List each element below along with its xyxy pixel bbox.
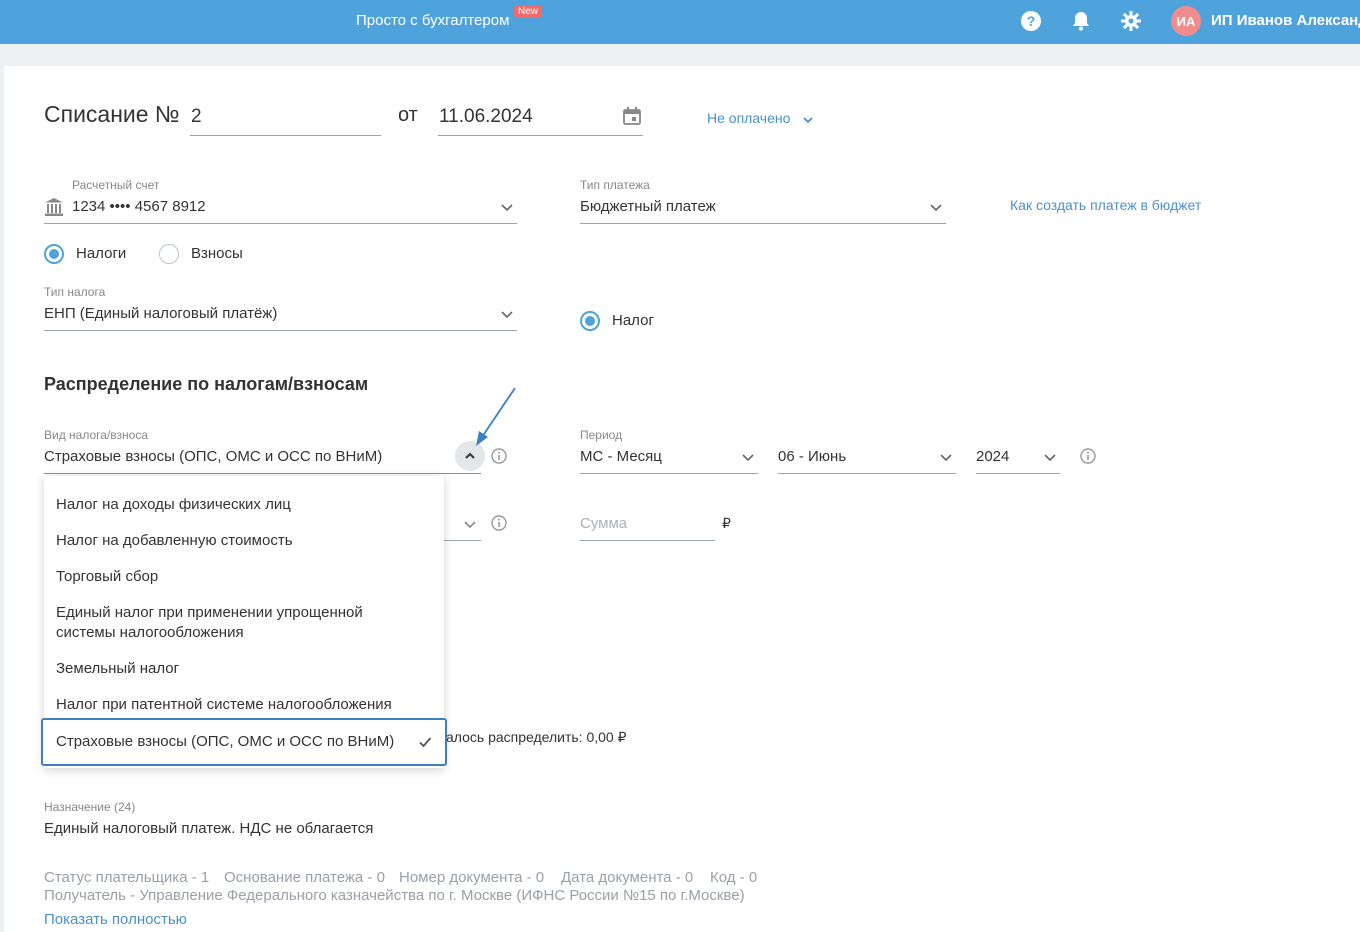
radio-taxes-label: Налоги [76, 245, 127, 262]
dropdown-item[interactable]: Торговый сбор [56, 567, 158, 587]
help-icon[interactable]: ? [1020, 10, 1042, 32]
distribution-title: Распределение по налогам/взносам [44, 374, 369, 394]
check-icon [419, 737, 432, 748]
purpose-label: Назначение (24) [44, 800, 136, 814]
remaining-text: алось распределить: 0,00 ₽ [446, 729, 627, 745]
bell-icon[interactable] [1070, 10, 1092, 32]
sum-input[interactable]: Сумма [580, 515, 627, 532]
sum-underline [580, 540, 715, 541]
code-detail: Код - 0 [710, 869, 758, 886]
dropdown-item-selected-label: Страховые взносы (ОПС, ОМС и ОСС по ВНиМ… [56, 733, 395, 750]
dropdown-item[interactable]: Налог на добавленную стоимость [56, 531, 293, 551]
document-date-detail: Дата документа - 0 [561, 869, 694, 886]
dropdown-item[interactable]: Земельный налог [56, 659, 179, 679]
year-underline [976, 473, 1060, 474]
dropdown-item[interactable]: Единый налог при применении упрощенной [56, 603, 363, 623]
chevron-down-icon[interactable] [500, 307, 514, 321]
radio-contributions[interactable] [159, 244, 179, 264]
dropdown-item-selected[interactable]: Страховые взносы (ОПС, ОМС и ОСС по ВНиМ… [41, 718, 447, 766]
payer-status: Статус плательщика - 1 [44, 869, 210, 886]
gear-icon[interactable] [1120, 10, 1142, 32]
account-underline [44, 223, 517, 224]
dropdown-item[interactable]: Налог на доходы физических лиц [56, 495, 291, 515]
chevron-down-icon[interactable] [500, 200, 514, 214]
date-from-label: от [398, 104, 418, 126]
tax-type-select[interactable]: ЕНП (Единый налоговый платёж) [44, 305, 277, 322]
tax-kind-select[interactable]: Страховые взносы (ОПС, ОМС и ОСС по ВНиМ… [44, 448, 382, 465]
payment-basis: Основание платежа - 0 [224, 869, 385, 886]
radio-taxes[interactable] [44, 244, 64, 264]
svg-text:?: ? [1027, 13, 1036, 29]
tax-type-label: Тип налога [44, 285, 106, 299]
date-input[interactable]: 11.06.2024 [439, 106, 533, 128]
radio-tax-label: Налог [612, 312, 654, 329]
document-number-underline [190, 135, 381, 136]
chevron-down-icon[interactable] [741, 450, 755, 464]
tax-kind-label: Вид налога/взноса [44, 428, 148, 442]
chevron-down-icon[interactable] [939, 450, 953, 464]
promo-link[interactable]: Просто с бухгалтером [356, 12, 509, 29]
period-label: Период [580, 428, 623, 442]
calendar-icon[interactable] [622, 106, 642, 126]
chevron-down-icon [803, 117, 813, 124]
radio-contributions-label: Взносы [191, 245, 243, 262]
purpose-text[interactable]: Единый налоговый платеж. НДС не облагает… [44, 820, 373, 837]
chevron-down-icon[interactable] [1043, 450, 1057, 464]
show-full-link[interactable]: Показать полностью [44, 911, 187, 928]
period-select[interactable]: МС - Месяц [580, 448, 662, 465]
chevron-down-icon[interactable] [463, 517, 477, 531]
page-title: Списание № [44, 101, 180, 127]
new-badge: New [514, 5, 543, 18]
dropdown-item-continued[interactable]: системы налогообложения [56, 623, 244, 643]
period-underline [580, 473, 758, 474]
year-select[interactable]: 2024 [976, 448, 1009, 465]
chevron-up-icon [465, 452, 475, 459]
payment-type-underline [580, 223, 946, 224]
avatar[interactable]: ИА [1171, 6, 1201, 36]
tax-kind-underline [44, 473, 481, 474]
document-number-detail: Номер документа - 0 [399, 869, 545, 886]
document-number-input[interactable]: 2 [191, 106, 202, 128]
tax-type-underline [44, 330, 517, 331]
recipient-detail: Получатель - Управление Федерального каз… [44, 887, 745, 904]
month-select[interactable]: 06 - Июнь [778, 448, 846, 465]
info-icon[interactable] [491, 448, 507, 464]
top-bar: Просто с бухгалтером New ? ИА ИП Иванов … [0, 0, 1360, 44]
tax-kind-dropdown: Налог на доходы физических лиц Налог на … [41, 476, 447, 768]
currency-symbol: ₽ [722, 515, 731, 531]
dropdown-item[interactable]: Налог при патентной системе налогообложе… [56, 695, 392, 715]
bank-icon [45, 198, 63, 216]
payment-type-select[interactable]: Бюджетный платеж [580, 198, 716, 215]
account-label: Расчетный счет [72, 178, 160, 192]
payment-type-label: Тип платежа [580, 178, 650, 192]
date-underline [438, 135, 643, 136]
annotation-arrow [476, 387, 516, 446]
info-icon[interactable] [1080, 448, 1096, 464]
chevron-down-icon[interactable] [929, 200, 943, 214]
radio-tax[interactable] [580, 311, 600, 331]
budget-payment-help-link[interactable]: Как создать платеж в бюджет [1010, 197, 1201, 213]
month-underline [778, 473, 956, 474]
second-select-underline [444, 540, 481, 541]
info-icon[interactable] [491, 515, 507, 531]
payment-status-dropdown[interactable]: Не оплачено [707, 110, 790, 126]
user-name[interactable]: ИП Иванов Александ [1211, 12, 1360, 29]
account-select[interactable]: 1234 •••• 4567 8912 [72, 198, 206, 215]
